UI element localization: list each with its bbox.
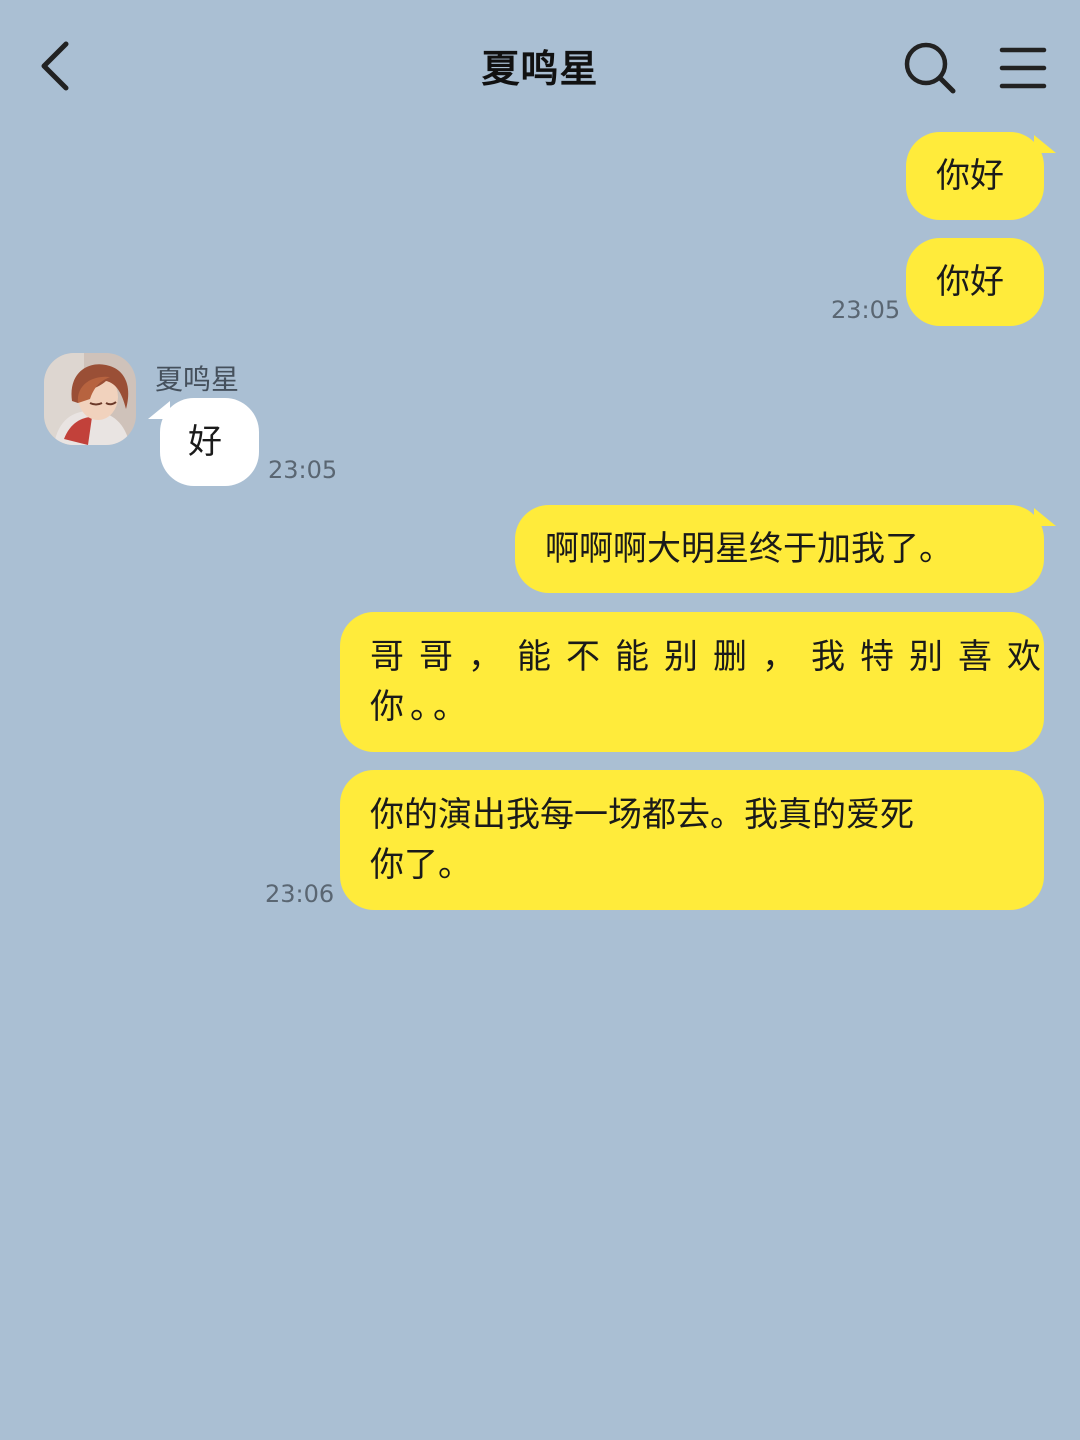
anime-boy-avatar [44,353,136,445]
message-timestamp: 23:05 [268,456,338,484]
menu-button[interactable] [994,36,1054,100]
message-text: 你好 [936,262,1004,302]
message-bubble-sent[interactable]: 你好 [906,238,1044,326]
search-button[interactable] [898,36,962,100]
message-text-line: 你了。 [370,845,472,885]
message-text: 啊啊啊大明星终于加我了。 [545,529,953,569]
bubble-tail [1034,135,1056,153]
message-text-line: 你。。 [370,687,473,727]
message-bubble-sent[interactable]: 哥哥，能不能别删，我特别喜欢 你。。 [340,612,1044,752]
message-text-line: 你的演出我每一场都去。我真的爱死 [370,795,914,835]
bubble-tail [148,401,170,419]
message-timestamp: 23:06 [265,880,335,908]
menu-icon [999,47,1047,89]
message-bubble-sent[interactable]: 你的演出我每一场都去。我真的爱死 你了。 [340,770,1044,910]
message-text-line: 哥哥，能不能别删，我特别喜欢 [370,637,1056,677]
search-icon [904,42,956,94]
bubble-tail [1034,508,1056,526]
sender-name: 夏鸣星 [155,363,240,396]
message-text: 你好 [936,156,1004,196]
message-timestamp: 23:05 [831,296,901,324]
message-text: 好 [188,422,222,462]
message-bubble-sent[interactable]: 啊啊啊大明星终于加我了。 [515,505,1056,593]
message-bubble-received[interactable]: 好 [148,398,259,486]
avatar[interactable] [44,353,136,445]
message-bubble-sent[interactable]: 你好 [906,132,1056,220]
chat-header: 夏鸣星 [0,0,1080,132]
